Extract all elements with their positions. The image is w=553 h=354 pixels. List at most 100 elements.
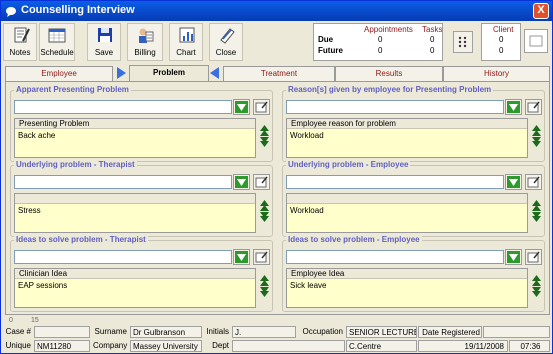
case-field[interactable] — [34, 326, 90, 338]
chart-button[interactable]: Chart — [169, 23, 203, 61]
employee-reason-group: Reason[s] given by employee for Presenti… — [282, 85, 545, 162]
employee-reason-note[interactable]: Employee reason for problem Workload — [286, 118, 528, 158]
edit-list-button[interactable] — [253, 174, 270, 190]
notes-icon — [14, 27, 30, 43]
centre-field: C.Centre — [346, 340, 417, 352]
surname-field[interactable]: Dr Gulbranson — [130, 326, 202, 338]
problem-panel: Apparent Presenting Problem Presenting P… — [5, 81, 550, 315]
presenting-problem-note[interactable]: Presenting Problem Back ache — [14, 118, 256, 158]
dropdown-button[interactable] — [505, 249, 522, 265]
spinner-icon[interactable] — [531, 274, 542, 298]
note-text: Workload — [290, 131, 324, 140]
underlying-problem-therapist-group: Underlying problem - Therapist Stress — [10, 160, 273, 237]
edit-list-icon — [527, 251, 540, 263]
spinner-icon[interactable] — [259, 124, 270, 148]
employee-reason-combo[interactable] — [286, 100, 504, 114]
ideas-therapist-group: Ideas to solve problem - Therapist Clini… — [10, 235, 273, 312]
date-registered-label: Date Registered — [418, 326, 482, 338]
spinner-icon[interactable] — [259, 274, 270, 298]
summary-counts: Appointments Tasks Due Future 0 0 0 0 — [313, 23, 443, 61]
close-button[interactable]: Close — [209, 23, 243, 61]
ideas-employee-group: Ideas to solve problem - Employee Employ… — [282, 235, 545, 312]
tab-treatment[interactable]: Treatment — [223, 66, 335, 81]
edit-list-button[interactable] — [525, 174, 542, 190]
edit-list-icon — [527, 101, 540, 113]
dropdown-button[interactable] — [505, 99, 522, 115]
occupation-field[interactable]: SENIOR LECTURE — [346, 326, 417, 338]
initials-field[interactable]: J. — [232, 326, 296, 338]
edit-list-button[interactable] — [253, 99, 270, 115]
underlying-problem-employee-note[interactable]: Workload — [286, 193, 528, 233]
unique-field[interactable]: NM11280 — [34, 340, 90, 352]
status-row-2: Unique NM11280 Company Massey University… — [3, 340, 552, 353]
tab-results[interactable]: Results — [335, 66, 443, 81]
green-down-arrow-icon — [235, 251, 248, 263]
grip-icon — [458, 36, 467, 48]
note-text: Workload — [290, 206, 324, 215]
initials-label: Initials — [206, 327, 229, 336]
spinner-icon[interactable] — [259, 199, 270, 223]
underlying-problem-therapist-combo[interactable] — [14, 175, 232, 189]
billing-button[interactable]: Billing — [127, 23, 163, 61]
surname-label: Surname — [94, 327, 127, 336]
tab-problem[interactable]: Problem — [129, 65, 209, 82]
title-bar: Counselling Interview X — [1, 1, 552, 21]
billing-icon — [139, 28, 154, 43]
due-client-count: 0 — [499, 35, 504, 44]
future-appointments-count: 0 — [378, 46, 383, 55]
dropdown-button[interactable] — [233, 99, 250, 115]
underlying-problem-therapist-note[interactable]: Stress — [14, 193, 256, 233]
underlying-problem-employee-combo[interactable] — [286, 175, 504, 189]
group-title: Apparent Presenting Problem — [14, 85, 131, 94]
dept-field[interactable] — [232, 340, 345, 352]
edit-list-button[interactable] — [253, 249, 270, 265]
spinner-icon[interactable] — [531, 124, 542, 148]
due-appointments-count: 0 — [378, 35, 383, 44]
spinner-icon[interactable] — [531, 199, 542, 223]
task-list-button[interactable] — [453, 31, 473, 53]
group-title: Reason[s] given by employee for Presenti… — [286, 85, 494, 94]
employee-idea-note[interactable]: Employee Idea Sick leave — [286, 268, 528, 308]
dropdown-button[interactable] — [233, 174, 250, 190]
green-down-arrow-icon — [235, 176, 248, 188]
scale-end: 15 — [31, 317, 39, 324]
case-label: Case # — [5, 327, 31, 336]
client-header: Client — [493, 25, 514, 34]
counselling-interview-window: Counselling Interview X Notes Schedule S… — [0, 0, 553, 354]
toolbar: Notes Schedule Save Billing Chart Close … — [3, 23, 551, 63]
dropdown-button[interactable] — [505, 174, 522, 190]
green-down-arrow-icon — [235, 101, 248, 113]
company-field[interactable]: Massey University — [130, 340, 202, 352]
edit-list-button[interactable] — [525, 99, 542, 115]
dropdown-button[interactable] — [233, 249, 250, 265]
group-title: Ideas to solve problem - Therapist — [14, 235, 148, 244]
notes-button[interactable]: Notes — [3, 23, 37, 61]
tab-history[interactable]: History — [443, 66, 550, 81]
ideas-therapist-combo[interactable] — [14, 250, 232, 264]
appointments-header: Appointments — [364, 25, 413, 34]
app-icon — [6, 7, 16, 17]
presenting-problem-combo[interactable] — [14, 100, 232, 114]
date-registered-field[interactable] — [483, 326, 550, 338]
group-title: Ideas to solve problem - Employee — [286, 235, 422, 244]
tasks-header: Tasks — [422, 25, 443, 34]
scale-start: 0 — [9, 317, 13, 324]
unique-label: Unique — [5, 341, 31, 350]
window-close-button[interactable]: X — [533, 3, 549, 19]
restore-button[interactable] — [524, 29, 548, 53]
ideas-employee-combo[interactable] — [286, 250, 504, 264]
chart-icon — [179, 27, 195, 43]
note-header: Employee reason for problem — [287, 119, 527, 129]
tab-employee[interactable]: Employee — [5, 66, 113, 81]
edit-list-button[interactable] — [525, 249, 542, 265]
schedule-button[interactable]: Schedule — [39, 23, 75, 61]
edit-list-icon — [255, 101, 268, 113]
edit-list-icon — [255, 251, 268, 263]
save-button[interactable]: Save — [87, 23, 121, 61]
edit-list-icon — [527, 176, 540, 188]
status-row-1: Case # Surname Dr Gulbranson Initials J.… — [3, 326, 552, 339]
due-label: Due — [318, 35, 334, 44]
future-tasks-count: 0 — [430, 46, 435, 55]
green-down-arrow-icon — [507, 176, 520, 188]
clinician-idea-note[interactable]: Clinician Idea EAP sessions — [14, 268, 256, 308]
